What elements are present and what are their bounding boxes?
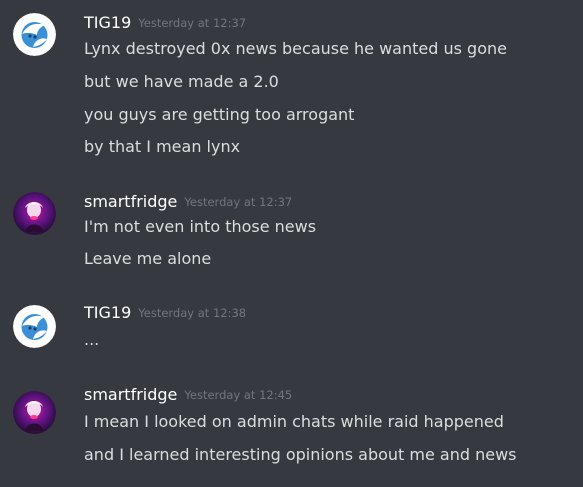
tig19-avatar-icon [13,305,56,348]
username[interactable]: TIG19 [84,13,131,32]
message-text: Lynx destroyed 0x news because he wanted… [84,39,507,58]
tig19-avatar[interactable] [13,13,56,56]
message-text: I'm not even into those news [84,217,317,236]
message-header: TIG19 Yesterday at 12:37 [84,11,246,35]
message-text: ... [84,330,100,349]
tig19-avatar[interactable] [13,305,56,348]
timestamp: Yesterday at 12:45 [184,388,293,402]
message-header: smartfridge Yesterday at 12:37 [84,190,292,214]
message-header: smartfridge Yesterday at 12:45 [84,383,292,407]
message-group: smartfridge Yesterday at 12:45 I mean I l… [0,385,583,475]
username[interactable]: smartfridge [84,385,177,404]
smartfridge-avatar[interactable] [13,391,56,434]
message-group: smartfridge Yesterday at 12:37 I'm not ev… [0,190,583,280]
timestamp: Yesterday at 12:37 [138,16,247,30]
message-text: and I learned interesting opinions about… [84,445,517,464]
message-text: Leave me alone [84,249,212,268]
message-header: TIG19 Yesterday at 12:38 [84,301,246,325]
message-group: TIG19 Yesterday at 12:37 Lynx destroyed 0… [0,11,583,161]
username[interactable]: smartfridge [84,192,177,211]
smartfridge-avatar[interactable] [13,192,56,235]
message-group: TIG19 Yesterday at 12:38 ... [0,303,583,360]
tig19-avatar-icon [13,13,56,56]
smartfridge-avatar-icon [13,391,56,434]
message-text: I mean I looked on admin chats while rai… [84,412,504,431]
message-text: you guys are getting too arrogant [84,105,355,124]
message-text: by that I mean lynx [84,137,241,156]
timestamp: Yesterday at 12:37 [184,195,293,209]
timestamp: Yesterday at 12:38 [138,306,247,320]
smartfridge-avatar-icon [13,192,56,235]
username[interactable]: TIG19 [84,303,131,322]
message-text: but we have made a 2.0 [84,72,279,91]
